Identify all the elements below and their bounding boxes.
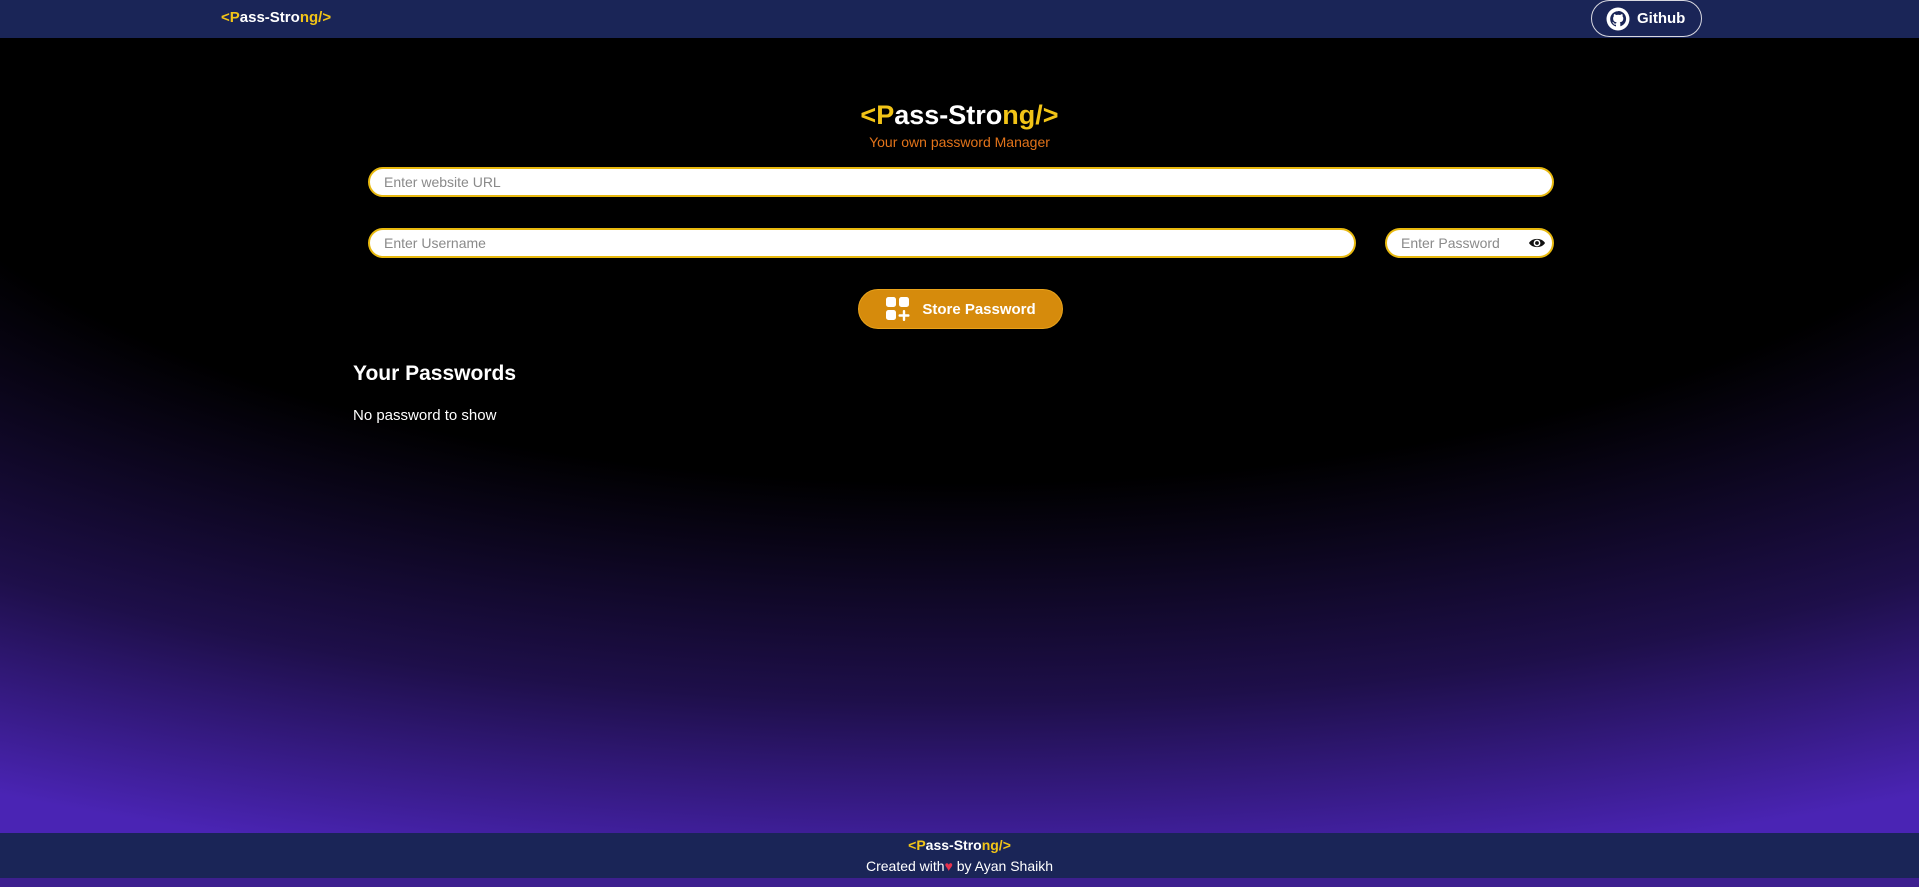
footer-logo-text-end: ng/ [981, 837, 1003, 853]
your-passwords-heading: Your Passwords [353, 362, 516, 385]
title-bracket-close: > [1042, 100, 1059, 130]
show-password-icon[interactable] [1528, 235, 1546, 251]
title-text-middle: ss-Stro [909, 100, 1003, 130]
website-url-input[interactable] [370, 169, 1552, 195]
logo-bracket-open: < [221, 9, 230, 26]
footer-logo: <Pass-Strong/> [0, 837, 1919, 853]
footer-logo-letter-p: P [916, 837, 926, 853]
logo-letter-p: P [229, 9, 240, 26]
password-field [1385, 228, 1554, 258]
nav-logo[interactable]: <Pass-Strong/> [221, 9, 331, 26]
footer-logo-text-middle: ss-Stro [933, 837, 982, 853]
bottom-strip [0, 878, 1919, 887]
logo-letter-a: a [239, 9, 249, 26]
credit-prefix: Created with [865, 858, 945, 874]
username-field [368, 228, 1356, 258]
credit-suffix: by Ayan Shaikh [952, 858, 1054, 874]
username-input[interactable] [370, 230, 1354, 256]
app-subtitle: Your own password Manager [869, 134, 1050, 150]
footer-logo-bracket-close: > [1002, 837, 1011, 853]
footer: <Pass-Strong/> Created with♥ by Ayan Sha… [0, 833, 1919, 878]
empty-passwords-message: No password to show [353, 407, 497, 424]
title-letter-p: P [876, 100, 895, 130]
logo-bracket-close: > [322, 9, 332, 26]
heart-icon: ♥ [944, 858, 953, 874]
website-url-field [368, 167, 1554, 197]
footer-credit: Created with♥ by Ayan Shaikh [0, 858, 1919, 874]
github-icon [1606, 7, 1630, 31]
logo-text-end: ng/ [299, 9, 323, 26]
title-bracket-open: < [860, 100, 877, 130]
github-button[interactable]: Github [1591, 0, 1702, 37]
top-nav: <Pass-Strong/> Github [0, 0, 1919, 38]
title-letter-a: a [894, 100, 910, 130]
add-grid-icon [885, 296, 911, 322]
logo-text-middle: ss-Stro [248, 9, 300, 26]
app-title: <Pass-Strong/> [0, 100, 1919, 131]
github-label: Github [1637, 10, 1686, 27]
title-text-end: ng/ [1002, 100, 1043, 130]
store-password-label: Store Password [922, 300, 1036, 318]
store-password-button[interactable]: Store Password [858, 289, 1063, 329]
